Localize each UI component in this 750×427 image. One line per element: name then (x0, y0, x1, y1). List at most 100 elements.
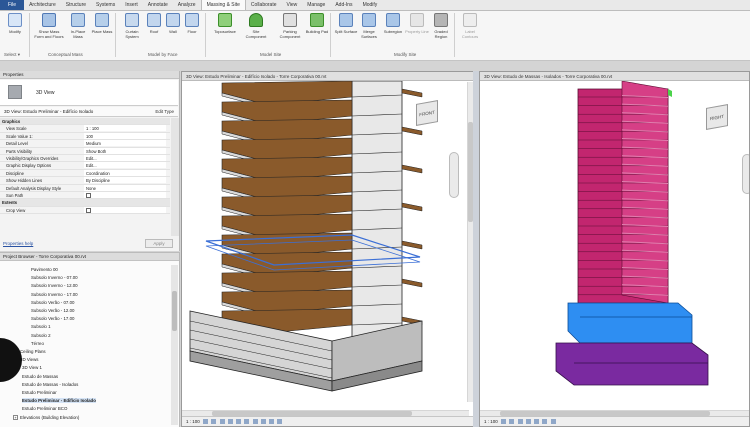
tree-item[interactable]: Pavimento 00 (31, 267, 58, 272)
split-surface-button[interactable]: Split Surface (334, 13, 358, 51)
shadows-icon[interactable] (525, 419, 531, 425)
tab-collaborate[interactable]: Collaborate (246, 0, 282, 10)
tab-add-ins[interactable]: Add-Ins (330, 0, 357, 10)
detail-level-icon[interactable] (203, 419, 209, 425)
tree-item[interactable]: Estudo de Massas - Isolados (22, 382, 78, 387)
toposurface-button[interactable]: Toposurface (210, 13, 240, 51)
property-value[interactable]: 100 (84, 132, 166, 139)
in-place-mass-button[interactable]: In-Place Mass (66, 13, 90, 51)
property-value[interactable]: Edit... (84, 162, 166, 169)
browser-scrollbar[interactable] (171, 265, 178, 425)
type-selector[interactable]: 3D View (0, 80, 178, 106)
tree-item[interactable]: Subsolo Inverno - 17.00 (31, 292, 78, 297)
view-cube[interactable]: FRONT (416, 100, 438, 126)
subregion-button[interactable]: Subregion (381, 13, 405, 51)
lock-view-icon[interactable] (550, 419, 556, 425)
viewport-right-title[interactable]: 3D View: Estudo de Massas - Isolados - T… (480, 72, 749, 81)
render-icon[interactable] (236, 419, 242, 425)
tree-node[interactable]: + Elevations (Building Elevation) (13, 414, 79, 420)
wall-button[interactable]: Wall (164, 13, 182, 51)
tab-view[interactable]: View (282, 0, 303, 10)
reveal-hidden-icon[interactable] (277, 419, 283, 425)
tree-item[interactable]: Subsolo Verão - 12.00 (31, 308, 74, 313)
temporary-hide-icon[interactable] (269, 419, 275, 425)
visual-style-icon[interactable] (211, 419, 217, 425)
graded-region-button[interactable]: Graded Region (429, 13, 453, 51)
property-line-button[interactable]: Property Line (405, 13, 429, 51)
floor-button[interactable]: Floor (183, 13, 201, 51)
tree-item[interactable]: Estudo Preliminar - Edifício Isolado (22, 398, 96, 404)
sun-path-icon[interactable] (219, 419, 225, 425)
detail-level-icon[interactable] (501, 419, 507, 425)
tab-analyze[interactable]: Analyze (173, 0, 201, 10)
tab-modify[interactable]: Modify (358, 0, 383, 10)
tab-architecture[interactable]: Architecture (24, 0, 61, 10)
property-value[interactable]: 1 : 100 (84, 125, 166, 132)
visual-style-icon[interactable] (509, 419, 515, 425)
navigation-bar[interactable] (449, 152, 459, 198)
shadows-icon[interactable] (227, 419, 233, 425)
building-pad-button[interactable]: Building Pad (305, 13, 329, 51)
tree-item[interactable]: Subsolo Inverno - 07.00 (31, 275, 78, 280)
group-select-label[interactable]: Select ▾ (4, 52, 20, 58)
expand-icon[interactable]: + (13, 414, 18, 420)
mass-model[interactable] (480, 81, 750, 417)
tree-item[interactable]: 3D View 1 (22, 365, 42, 370)
property-checkbox[interactable] (84, 191, 166, 198)
tree-item[interactable]: Subsolo 2 (31, 333, 51, 338)
property-value[interactable]: None (84, 184, 166, 191)
tab-structure[interactable]: Structure (61, 0, 91, 10)
tree-item[interactable]: Estudo Preliminar (22, 390, 57, 395)
checkbox-icon[interactable] (86, 192, 91, 198)
tree-item[interactable]: Estudo de Massas (22, 374, 58, 379)
sun-path-icon[interactable] (517, 419, 523, 425)
tree-item[interactable]: Subsolo Inverno - 12.00 (31, 283, 78, 288)
lock-view-icon[interactable] (260, 419, 266, 425)
parking-component-button[interactable]: Parking Component (276, 13, 304, 51)
tab-file[interactable]: File (0, 0, 25, 10)
merge-surfaces-button[interactable]: Merge Surfaces (357, 13, 381, 51)
property-value[interactable]: By Discipline (84, 177, 166, 184)
tab-insert[interactable]: Insert (120, 0, 143, 10)
tab-massing-site[interactable]: Massing & Site (200, 0, 246, 10)
viewport-left-title[interactable]: 3D View: Estudo Preliminar - Edifício Is… (182, 72, 473, 81)
navigation-bar-right[interactable] (742, 154, 749, 194)
crop-icon[interactable] (244, 419, 250, 425)
tree-item[interactable]: Térreo (31, 341, 44, 346)
show-crop-icon[interactable] (252, 419, 258, 425)
building-model-section[interactable] (182, 81, 474, 417)
roof-button[interactable]: Roof (145, 13, 163, 51)
tab-annotate[interactable]: Annotate (143, 0, 173, 10)
modify-button[interactable]: Modify (3, 13, 27, 51)
label-contours-button[interactable]: Label Contours (458, 13, 482, 51)
tree-item[interactable]: Subsolo Verão - 07.00 (31, 300, 74, 305)
property-category[interactable]: Extents (0, 199, 170, 207)
property-value[interactable]: Show Both (84, 147, 166, 154)
properties-help-link[interactable]: Properties help (3, 241, 33, 246)
crop-icon[interactable] (542, 419, 548, 425)
tab-systems[interactable]: Systems (91, 0, 120, 10)
checkbox-icon[interactable] (86, 207, 91, 213)
tab-manage[interactable]: Manage (302, 0, 330, 10)
property-value[interactable]: Edit... (84, 154, 166, 161)
view-cube-right[interactable]: RIGHT (706, 104, 728, 130)
tree-item[interactable]: Estudo Preliminar BCO (22, 406, 67, 411)
viewport-right[interactable]: 3D View: Estudo de Massas - Isolados - T… (479, 71, 750, 427)
browser-scroll-thumb[interactable] (172, 291, 177, 331)
edit-type-button[interactable]: Edit Type (155, 109, 174, 114)
tree-item[interactable]: Subsolo Verão - 17.00 (31, 316, 74, 321)
scale-label[interactable]: 1 : 100 (186, 419, 200, 424)
instance-selector[interactable]: 3D View: Estudo Preliminar - Edifício Is… (0, 107, 178, 117)
properties-scrollbar[interactable] (171, 118, 179, 236)
apply-button[interactable]: Apply (145, 239, 173, 248)
render-icon[interactable] (534, 419, 540, 425)
tree-item[interactable]: Subsolo 1 (31, 324, 51, 329)
site-component-button[interactable]: Site Component (244, 13, 268, 51)
property-value[interactable]: Coordination (84, 169, 166, 176)
viewport-left[interactable]: 3D View: Estudo Preliminar - Edifício Is… (181, 71, 474, 427)
property-value[interactable]: Medium (84, 140, 166, 147)
place-mass-button[interactable]: Place Mass (90, 13, 114, 51)
curtain-system-button[interactable]: Curtain System (120, 13, 144, 51)
scale-label-right[interactable]: 1 : 100 (484, 419, 498, 424)
show-mass-button[interactable]: Show Mass Form and Floors (34, 13, 64, 51)
